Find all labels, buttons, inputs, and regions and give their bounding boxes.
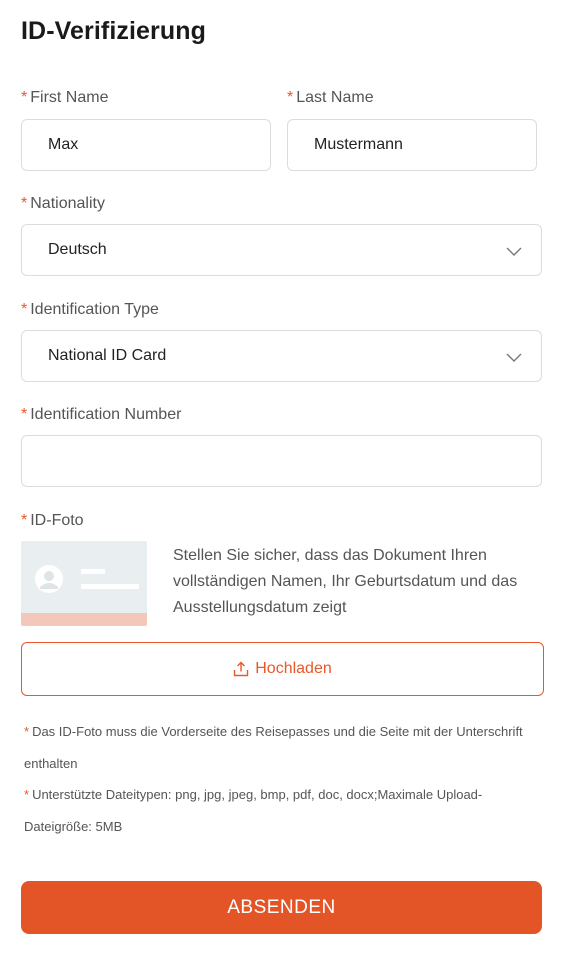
note-photo-requirement: * Das ID-Foto muss die Vorderseite des Re… [24, 716, 549, 780]
identification-type-label: * Identification Type [21, 301, 159, 319]
chevron-down-icon[interactable] [505, 242, 523, 260]
id-photo-description: Stellen Sie sicher, dass das Dokument Ih… [173, 547, 518, 616]
identification-number-input[interactable] [48, 436, 541, 486]
required-marker: * [21, 406, 28, 423]
identification-type-label-text: Identification Type [30, 301, 159, 318]
nationality-select[interactable]: Deutsch [21, 224, 542, 276]
last-name-field[interactable] [287, 119, 537, 171]
nationality-selected-value: Deutsch [48, 241, 107, 258]
nationality-label: * Nationality [21, 195, 105, 213]
required-marker: * [21, 512, 28, 529]
page-title: ID-Verifizierung [21, 17, 206, 45]
required-marker: * [24, 787, 30, 802]
id-card-stripe [21, 613, 147, 626]
identification-type-selected-value: National ID Card [48, 347, 167, 364]
upload-button-label: Hochladen [255, 660, 332, 677]
identification-number-field[interactable] [21, 435, 542, 487]
last-name-input[interactable] [314, 120, 536, 170]
required-marker: * [21, 89, 28, 106]
id-card-placeholder-icon [21, 541, 147, 626]
id-verification-page: ID-Verifizierung *First Name *Last Name … [0, 0, 570, 955]
upload-button[interactable]: Hochladen [21, 642, 544, 696]
identification-number-label-text: Identification Number [30, 406, 182, 423]
note-file-types-text: Unterstützte Dateitypen: png, jpg, jpeg,… [24, 787, 483, 834]
first-name-field[interactable] [21, 119, 271, 171]
identification-type-select[interactable]: National ID Card [21, 330, 542, 382]
last-name-label: * Last Name [287, 89, 374, 107]
first-name-label-text: First Name [30, 89, 109, 106]
note-photo-requirement-text: Das ID-Foto muss die Vorderseite des Rei… [24, 724, 523, 771]
last-name-label-text: Last Name [296, 89, 374, 106]
chevron-down-icon[interactable] [505, 348, 523, 366]
note-file-types: * Unterstützte Dateitypen: png, jpg, jpeg… [24, 779, 549, 843]
first-name-label: * First Name [21, 89, 108, 107]
id-photo-label: * ID-Foto [21, 512, 84, 530]
required-marker: * [287, 89, 294, 106]
required-marker: * [21, 301, 28, 318]
submit-button[interactable]: ABSENDEN [21, 881, 542, 934]
upload-icon [234, 661, 249, 677]
required-marker: * [24, 724, 30, 739]
nationality-label-text: Nationality [30, 195, 105, 212]
id-photo-label-text: ID-Foto [30, 512, 84, 529]
first-name-input[interactable] [48, 120, 270, 170]
identification-number-label: * Identification Number [21, 406, 181, 424]
required-marker: * [21, 195, 28, 212]
